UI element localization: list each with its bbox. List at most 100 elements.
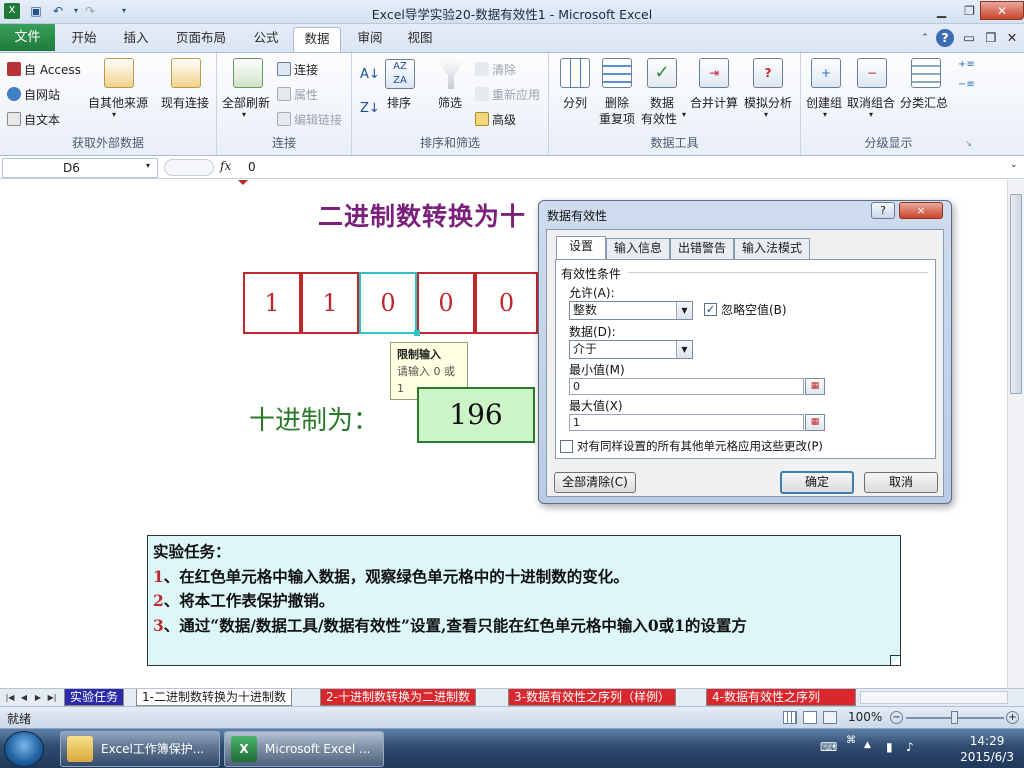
tab-insert[interactable]: 插入 <box>114 27 158 52</box>
show-detail-icon[interactable]: +≡ <box>958 59 975 70</box>
tab-view[interactable]: 视图 <box>398 27 442 52</box>
zoom-level[interactable]: 100% <box>848 710 882 724</box>
bit-cell[interactable]: 1 <box>301 272 359 334</box>
consolidate-button[interactable]: 合并计算 <box>690 94 738 111</box>
tab-error-alert[interactable]: 出错警告 <box>670 238 734 259</box>
insert-function-button[interactable]: fx <box>220 159 231 173</box>
name-box-dropdown-icon[interactable]: ▾ <box>146 161 150 170</box>
what-if-dropdown-icon[interactable]: ▾ <box>764 110 768 119</box>
clear-button[interactable]: 清除 <box>475 61 516 78</box>
workbook-minimize-icon[interactable]: ▭ <box>962 27 976 52</box>
minimum-input[interactable]: 0 <box>569 378 804 395</box>
sheet-tab-active[interactable]: 1-二进制数转换为十进制数 <box>136 689 292 706</box>
sort-ascending-icon[interactable]: A↓ <box>360 67 380 82</box>
from-web-button[interactable]: 自网站 <box>7 86 60 103</box>
page-break-view-icon[interactable] <box>823 711 837 724</box>
tab-home[interactable]: 开始 <box>62 27 106 52</box>
workbook-close-icon[interactable]: ✕ <box>1005 27 1019 52</box>
from-text-button[interactable]: 自文本 <box>7 111 60 128</box>
filter-button[interactable]: 筛选 <box>438 94 462 111</box>
taskbar-excel-window[interactable]: X Microsoft Excel ... <box>224 731 384 767</box>
sort-button[interactable]: 排序 <box>387 94 411 111</box>
prev-sheet-icon[interactable]: ◀ <box>18 691 30 704</box>
connections-button[interactable]: 连接 <box>277 61 318 78</box>
task-textbox[interactable]: 实验任务： 1、在红色单元格中输入数据，观察绿色单元格中的十进制数的变化。 2、… <box>147 535 901 666</box>
advanced-filter-button[interactable]: 高级 <box>475 111 516 128</box>
bit-cell[interactable]: 1 <box>243 272 301 334</box>
subtotal-button[interactable]: 分类汇总 <box>900 94 948 111</box>
sort-descending-icon[interactable]: Z↓ <box>360 101 380 116</box>
tab-data[interactable]: 数据 <box>293 27 341 52</box>
volume-icon[interactable]: ♪ <box>906 740 914 754</box>
bit-cell[interactable]: 0 <box>475 272 538 334</box>
allow-select[interactable]: 整数 ▼ <box>569 301 693 320</box>
group-dropdown-icon[interactable]: ▾ <box>823 110 827 119</box>
ignore-blank-checkbox[interactable]: ✓ <box>704 303 717 316</box>
maximum-input[interactable]: 1 <box>569 414 804 431</box>
minimize-button[interactable]: ▁ <box>928 1 955 20</box>
refresh-dropdown-icon[interactable]: ▾ <box>242 110 246 119</box>
formula-bar-divider-handle[interactable] <box>164 159 214 176</box>
decimal-result-cell[interactable]: 196 <box>417 387 535 443</box>
ungroup-button[interactable]: 取消组合 <box>847 94 895 111</box>
page-layout-view-icon[interactable] <box>803 711 817 724</box>
outline-dialog-launcher-icon[interactable]: ↘ <box>965 139 972 148</box>
normal-view-icon[interactable] <box>783 711 797 724</box>
collapse-dialog-icon[interactable]: ▦ <box>805 378 825 395</box>
chevron-down-icon[interactable]: ▼ <box>676 302 692 319</box>
dialog-help-button[interactable]: ? <box>871 202 895 219</box>
start-button[interactable] <box>4 731 44 767</box>
ime-icon[interactable]: ⌘ <box>846 735 856 746</box>
first-sheet-icon[interactable]: |◀ <box>4 691 16 704</box>
reapply-button[interactable]: 重新应用 <box>475 86 540 103</box>
zoom-out-icon[interactable]: − <box>890 711 903 724</box>
tab-formulas[interactable]: 公式 <box>244 27 288 52</box>
vertical-scroll-thumb[interactable] <box>1010 194 1022 394</box>
what-if-analysis-button[interactable]: 模拟分析 <box>744 94 792 111</box>
help-icon[interactable]: ? <box>936 29 954 47</box>
horizontal-scrollbar[interactable] <box>860 691 1008 704</box>
taskbar-clock[interactable]: 14:29 2015/6/3 <box>960 733 1014 765</box>
edit-links-button[interactable]: 编辑链接 <box>277 111 342 128</box>
clear-all-button[interactable]: 全部清除(C) <box>554 472 636 493</box>
collapse-dialog-icon[interactable]: ▦ <box>805 414 825 431</box>
collapse-ribbon-icon[interactable]: ⌃ <box>918 27 932 52</box>
keyboard-icon[interactable]: ⌨ <box>820 740 837 754</box>
data-validation-button[interactable]: 数据 <box>650 94 674 111</box>
name-box[interactable]: D6 <box>2 158 158 178</box>
next-sheet-icon[interactable]: ▶ <box>32 691 44 704</box>
fill-handle[interactable] <box>414 330 420 336</box>
restore-button[interactable]: ❐ <box>956 1 983 20</box>
last-sheet-icon[interactable]: ▶| <box>46 691 58 704</box>
data-operator-select[interactable]: 介于 ▼ <box>569 340 693 359</box>
ungroup-dropdown-icon[interactable]: ▾ <box>869 110 873 119</box>
sheet-tab[interactable]: 3-数据有效性之序列（样例） <box>508 689 676 706</box>
remove-duplicates-button[interactable]: 删除 <box>605 94 629 111</box>
expand-formula-bar-icon[interactable]: ⌄ <box>1010 160 1018 170</box>
properties-button[interactable]: 属性 <box>277 86 318 103</box>
other-sources-dropdown-icon[interactable]: ▾ <box>112 110 116 119</box>
cancel-button[interactable]: 取消 <box>864 472 938 493</box>
group-button[interactable]: 创建组 <box>806 94 842 111</box>
from-access-button[interactable]: 自 Access <box>7 61 81 78</box>
existing-connections-button[interactable]: 现有连接 <box>161 94 209 111</box>
zoom-slider-thumb[interactable] <box>951 711 958 724</box>
sheet-tab[interactable]: 4-数据有效性之序列 <box>706 689 856 706</box>
chevron-down-icon[interactable]: ▼ <box>676 341 692 358</box>
network-icon[interactable]: ▮ <box>886 740 893 754</box>
tab-page-layout[interactable]: 页面布局 <box>168 27 234 52</box>
apply-all-checkbox[interactable] <box>560 440 573 453</box>
bit-cell-selected[interactable]: 0 <box>359 272 417 334</box>
bit-cell[interactable]: 0 <box>417 272 475 334</box>
close-button[interactable]: ✕ <box>980 1 1024 20</box>
ok-button[interactable]: 确定 <box>780 471 854 494</box>
tab-review[interactable]: 审阅 <box>348 27 392 52</box>
sheet-tab[interactable]: 2-十进制数转换为二进制数 <box>320 689 476 706</box>
formula-input[interactable]: 0 <box>248 160 256 174</box>
show-hidden-icons[interactable]: ▲ <box>864 740 871 750</box>
data-validation-dropdown-icon[interactable]: ▾ <box>682 110 686 119</box>
hide-detail-icon[interactable]: −≡ <box>958 79 975 90</box>
tab-input-message[interactable]: 输入信息 <box>606 238 670 259</box>
sheet-tab[interactable]: 实验任务 <box>64 689 125 706</box>
text-to-columns-button[interactable]: 分列 <box>563 94 587 111</box>
